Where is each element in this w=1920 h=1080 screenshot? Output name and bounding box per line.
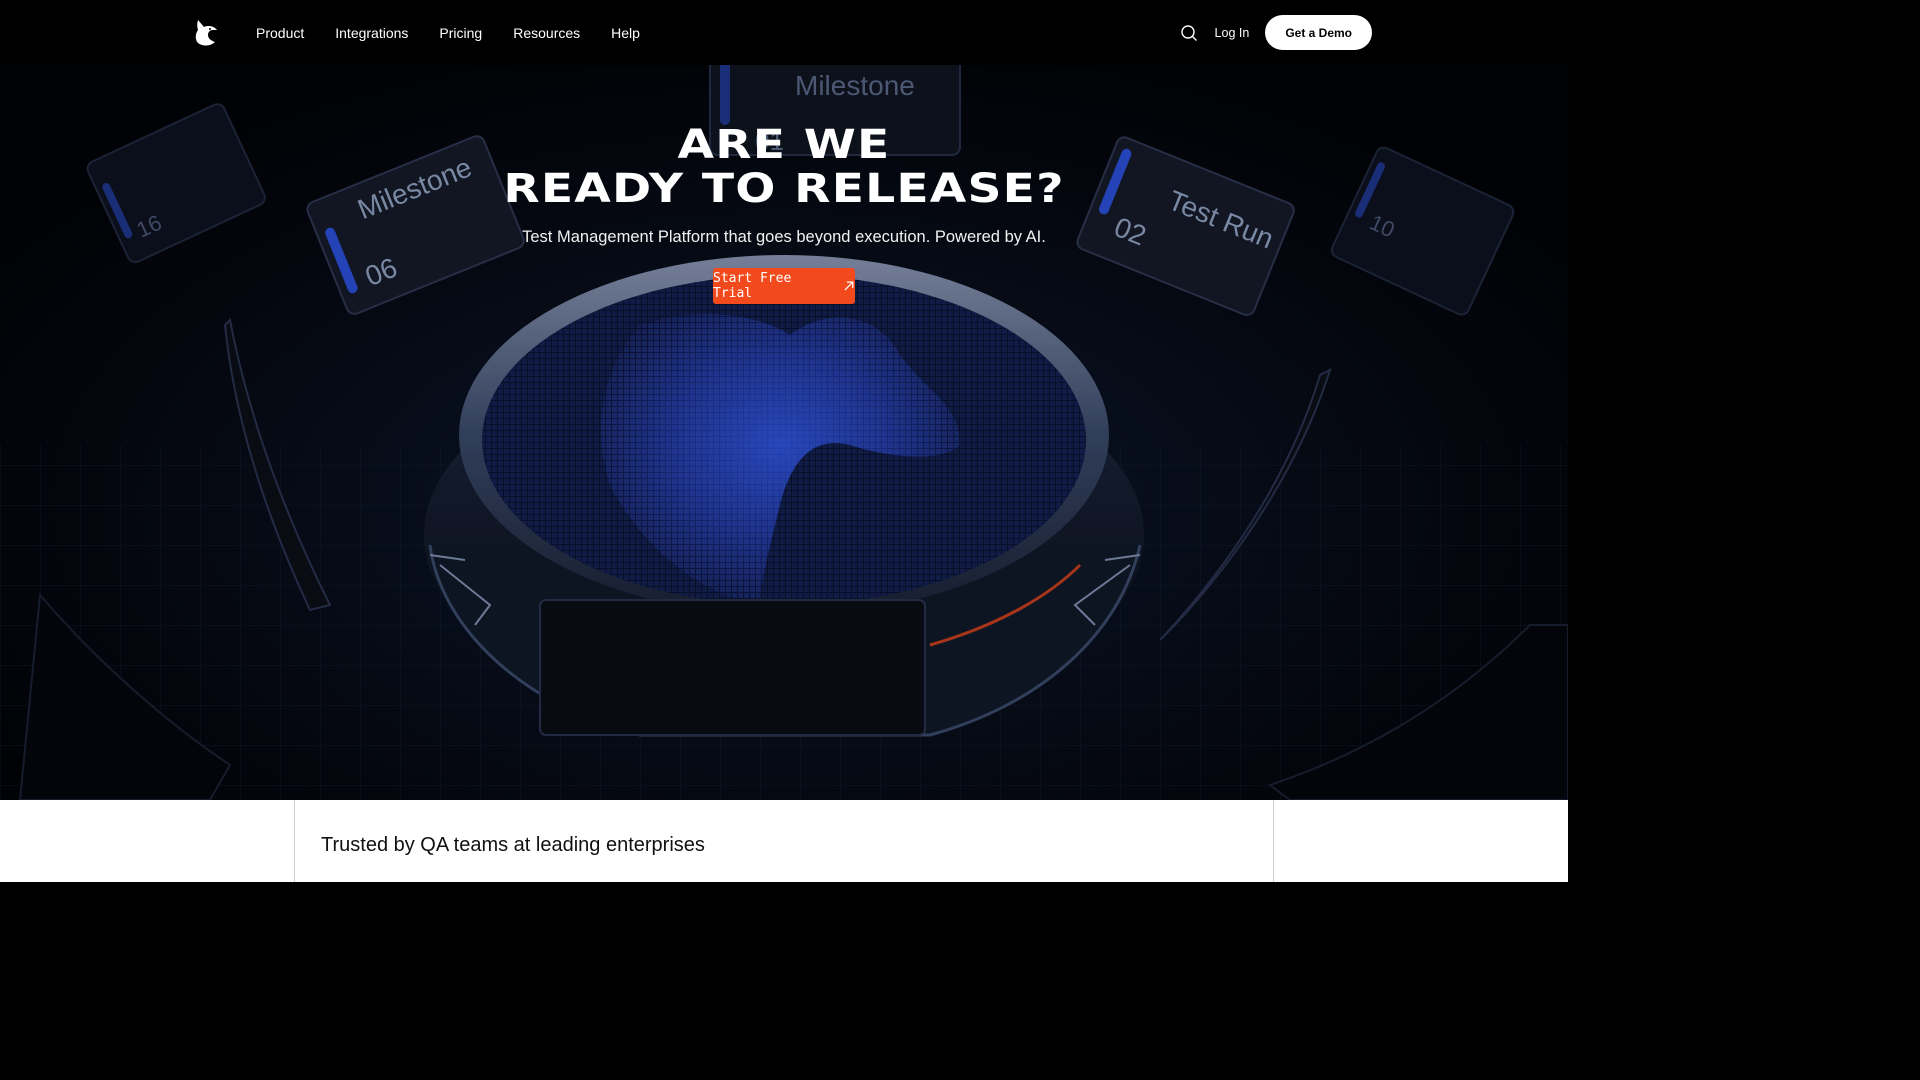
headline-line-1: ARE WE — [677, 122, 891, 168]
login-link[interactable]: Log In — [1215, 26, 1250, 40]
trusted-container: Trusted by QA teams at leading enterpris… — [294, 800, 1274, 882]
arrow-up-right-icon — [844, 281, 854, 291]
nav-link-product[interactable]: Product — [256, 24, 304, 42]
brand-logo-icon[interactable] — [194, 18, 220, 48]
hero-subheadline: Test Management Platform that goes beyon… — [522, 228, 1046, 246]
cta-label: Start Free Trial — [713, 271, 792, 301]
top-navbar: Product Integrations Pricing Resources H… — [0, 0, 1568, 65]
nav-link-pricing[interactable]: Pricing — [439, 24, 482, 42]
hero-section: Milestone 06 Milestone 01 Test Run 02 16… — [0, 65, 1568, 800]
start-free-trial-button[interactable]: Start Free Trial — [713, 268, 855, 304]
trusted-title: Trusted by QA teams at leading enterpris… — [321, 834, 705, 856]
nav-link-help[interactable]: Help — [611, 24, 640, 42]
nav-link-resources[interactable]: Resources — [513, 24, 580, 42]
hero-headline: ARE WE READY TO RELEASE? — [0, 123, 1568, 211]
nav-link-integrations[interactable]: Integrations — [335, 24, 408, 42]
nav-actions: Log In Get a Demo — [1179, 15, 1372, 50]
get-demo-button[interactable]: Get a Demo — [1265, 15, 1372, 50]
search-icon[interactable] — [1179, 23, 1199, 43]
trusted-section: Trusted by QA teams at leading enterpris… — [0, 800, 1568, 882]
nav-links: Product Integrations Pricing Resources H… — [256, 24, 640, 42]
headline-line-2: READY TO RELEASE? — [503, 166, 1065, 212]
